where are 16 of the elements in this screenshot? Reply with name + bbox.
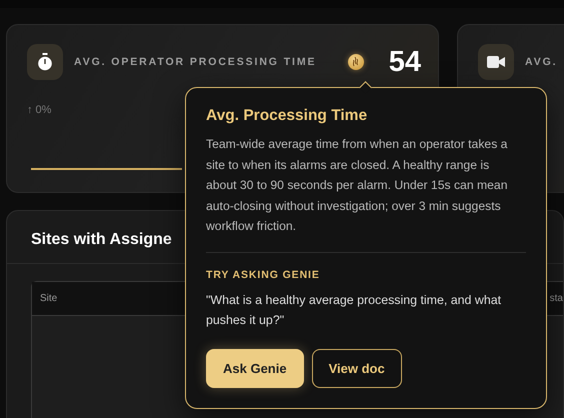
- flame-badge-icon[interactable]: [348, 54, 364, 70]
- popover-description: Team-wide average time from when an operator takes a site to when its alarms are closed. A healthy range is about 30 to 90 seconds per alarm. Under 15s can mean auto-closing without investigation; over 3 min suggests workflow friction.: [206, 136, 508, 235]
- video-camera-icon: [487, 56, 505, 68]
- column-header: sta: [550, 293, 563, 304]
- panel-title: Sites with Assigne: [30, 230, 172, 250]
- section-label: TRY ASKING GENIE: [206, 268, 321, 280]
- ask-genie-button[interactable]: Ask Genie: [206, 348, 304, 388]
- metric-value: 54: [388, 46, 421, 78]
- popover-title: Avg. Processing Time: [206, 107, 368, 125]
- view-doc-button[interactable]: View doc: [312, 348, 402, 388]
- stopwatch-icon: [37, 53, 53, 71]
- trend-text: ↑ 0%: [27, 104, 52, 116]
- suggested-prompt: "What is a healthy average processing time, and what pushes it up?": [206, 292, 502, 329]
- metric-label: AVG. OPERATOR PROCESSING TIME: [74, 56, 316, 68]
- metric-label: AVG.: [525, 56, 558, 68]
- column-header: Site: [40, 293, 58, 304]
